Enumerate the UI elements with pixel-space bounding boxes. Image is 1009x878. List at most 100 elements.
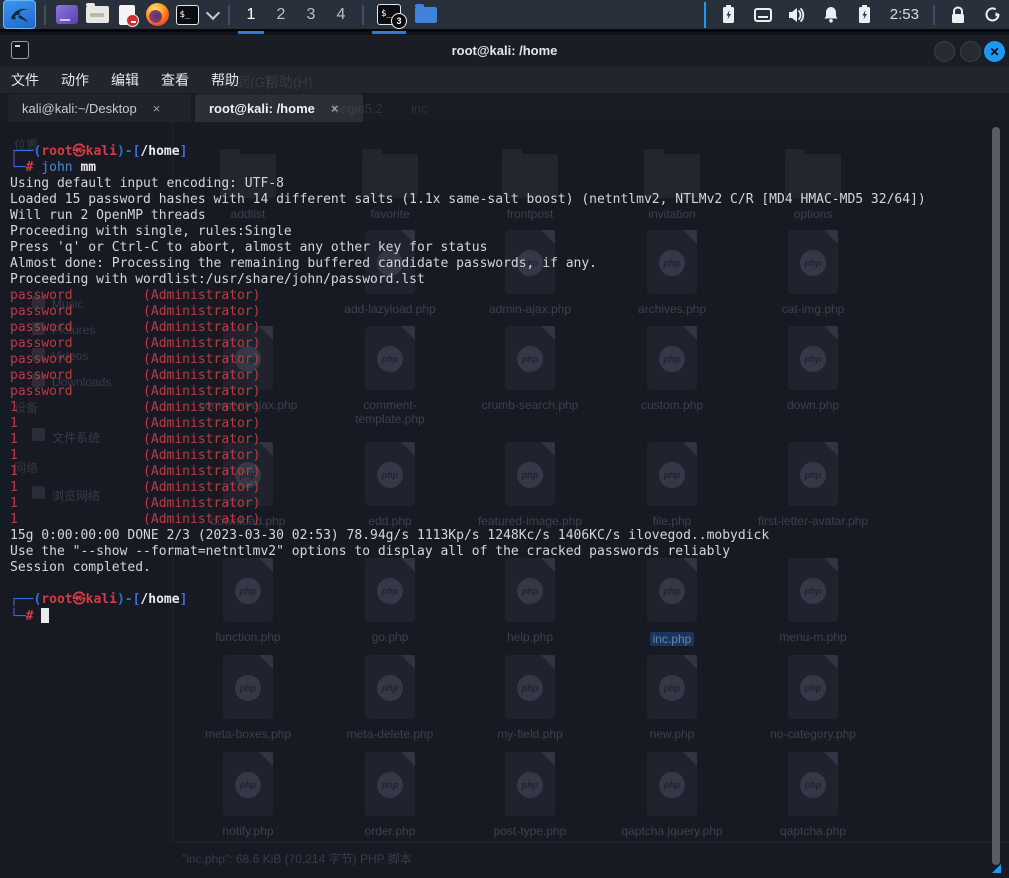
resize-grip[interactable] <box>992 864 1001 873</box>
terminal-text-run: Proceeding with single, rules:Single <box>10 224 292 239</box>
volume-icon <box>788 7 806 23</box>
terminal-text-run: password (Administrator) <box>10 336 260 351</box>
taskbar-terminal-task[interactable]: $_ 3 <box>370 0 408 31</box>
terminal-text-run: 1 (Administrator) <box>10 416 260 431</box>
file-label-selected: inc.php <box>650 632 695 646</box>
menu-item-4[interactable]: 帮助 <box>200 70 250 90</box>
terminal-text-run: └─ <box>10 160 26 175</box>
terminal-line: Using default input encoding: UTF-8 <box>10 176 926 192</box>
tab-active[interactable]: root@kali: /home× <box>195 94 363 122</box>
menu-item-1[interactable]: 动作 <box>50 70 100 90</box>
logout-button[interactable] <box>975 0 1009 31</box>
terminal-line: password (Administrator) <box>10 288 926 304</box>
workspace-1[interactable]: 1 <box>236 0 266 31</box>
terminal-line: Proceeding with single, rules:Single <box>10 224 926 240</box>
terminal-text-run: password (Administrator) <box>10 368 260 383</box>
clock[interactable]: 2:53 <box>882 6 927 23</box>
notifications-tray-item[interactable] <box>814 0 848 31</box>
php-file-icon: php <box>505 655 555 719</box>
terminal-text-run: 1 (Administrator) <box>10 464 260 479</box>
file-label: go.php <box>330 630 450 644</box>
top-panel: $_ 1234 $_ 3 <box>0 0 1009 32</box>
menu-item-3[interactable]: 查看 <box>150 70 200 90</box>
menu-item-2[interactable]: 编辑 <box>100 70 150 90</box>
terminal-text-run <box>33 609 41 624</box>
php-logo: php <box>659 675 685 701</box>
php-logo: php <box>800 675 826 701</box>
terminal-line: 1 (Administrator) <box>10 464 926 480</box>
terminal-output: ┌──(root㉿kali)-[/home]└─# john mmUsing d… <box>10 144 926 624</box>
battery-tray-item[interactable] <box>712 0 746 31</box>
volume-tray-item[interactable] <box>780 0 814 31</box>
terminal-line: 15g 0:00:00:00 DONE 2/3 (2023-03-30 02:5… <box>10 528 926 544</box>
file-manager-launcher[interactable] <box>82 0 112 30</box>
file-label: post-type.php <box>470 824 590 838</box>
terminal-line: Loaded 15 password hashes with 14 differ… <box>10 192 926 208</box>
terminal-line: 1 (Administrator) <box>10 448 926 464</box>
php-logo: php <box>517 675 543 701</box>
file-label: menu-m.php <box>753 630 873 644</box>
terminal-text-run: /home <box>140 592 179 607</box>
terminal-line: Use the "--show --format=netntlmv2" opti… <box>10 544 926 560</box>
firefox-icon <box>146 3 169 26</box>
panel-separator <box>362 5 364 25</box>
scrollbar-thumb[interactable] <box>992 127 1000 865</box>
terminal-text-run: ] <box>180 592 188 607</box>
ghost-pathbar-item: inc <box>411 101 428 116</box>
kali-menu-button[interactable] <box>3 0 36 29</box>
chevron-down-icon[interactable] <box>206 5 220 19</box>
php-file-icon: php <box>223 752 273 816</box>
terminal-line: Proceeding with wordlist:/usr/share/john… <box>10 272 926 288</box>
workspace-3[interactable]: 3 <box>296 0 326 31</box>
folder-task-icon <box>415 7 437 23</box>
terminal-text-run: john <box>41 160 72 175</box>
workspace-4[interactable]: 4 <box>326 0 356 31</box>
titlebar[interactable]: root@kali: /home ✕ <box>0 35 1009 66</box>
workspace-2[interactable]: 2 <box>266 0 296 31</box>
terminal-text-run: root㉿kali <box>41 592 117 607</box>
terminal-viewport[interactable]: 位置设备网络MusicPicturesVideosDownloads文件系统浏览… <box>0 122 1009 878</box>
file-label: new.php <box>612 727 732 741</box>
scrollbar[interactable] <box>992 127 1000 865</box>
kali-dragon-icon <box>8 3 32 27</box>
tabbar: kali@kali:~/Desktop×root@kali: /home×beg… <box>0 93 1009 122</box>
file-label: qaptcha.php <box>753 824 873 838</box>
terminal-text-run: 1 (Administrator) <box>10 400 260 415</box>
terminal-line: ┌──(root㉿kali)-[/home] <box>10 144 926 160</box>
terminal-text-run: Will run 2 OpenMP threads <box>10 208 206 223</box>
php-logo: php <box>659 772 685 798</box>
terminal-launcher[interactable]: $_ <box>172 0 202 30</box>
background-file: phpqaptcha.jquery.php <box>612 752 732 838</box>
maximize-button[interactable] <box>960 41 981 62</box>
php-file-icon: php <box>647 752 697 816</box>
terminal-line: 1 (Administrator) <box>10 400 926 416</box>
tab-close-icon[interactable]: × <box>137 101 173 116</box>
tab-inactive[interactable]: kali@kali:~/Desktop× <box>8 94 191 122</box>
battery2-tray-item[interactable] <box>848 0 882 31</box>
bell-icon <box>823 6 839 23</box>
tab-close-icon[interactable]: × <box>315 101 351 116</box>
terminal-text-run: )-[ <box>117 144 140 159</box>
document-launcher[interactable] <box>112 0 142 30</box>
minimize-button[interactable] <box>934 41 955 62</box>
lock-screen-button[interactable] <box>941 0 975 31</box>
menu-item-0[interactable]: 文件 <box>0 70 50 90</box>
terminal-text-run: password (Administrator) <box>10 384 260 399</box>
firefox-launcher[interactable] <box>142 0 172 30</box>
terminal-line: Almost done: Processing the remaining bu… <box>10 256 926 272</box>
terminal-text-run: 15g 0:00:00:00 DONE 2/3 (2023-03-30 02:5… <box>10 528 769 543</box>
lock-icon <box>950 6 966 24</box>
window-manager-icon <box>56 5 78 24</box>
terminal-line: password (Administrator) <box>10 336 926 352</box>
workspace-switcher: 1234 <box>236 0 356 31</box>
terminal-line: 1 (Administrator) <box>10 480 926 496</box>
window-manager-launcher[interactable] <box>52 0 82 30</box>
file-label: function.php <box>188 630 308 644</box>
background-file: phpnotify.php <box>188 752 308 838</box>
taskbar-folder-task[interactable] <box>408 0 444 31</box>
terminal-text-run: ┌──( <box>10 592 41 607</box>
keyboard-tray-item[interactable] <box>746 0 780 31</box>
terminal-text-run: Almost done: Processing the remaining bu… <box>10 256 597 271</box>
tab-label: root@kali: /home <box>195 101 315 116</box>
close-button[interactable]: ✕ <box>984 41 1005 62</box>
